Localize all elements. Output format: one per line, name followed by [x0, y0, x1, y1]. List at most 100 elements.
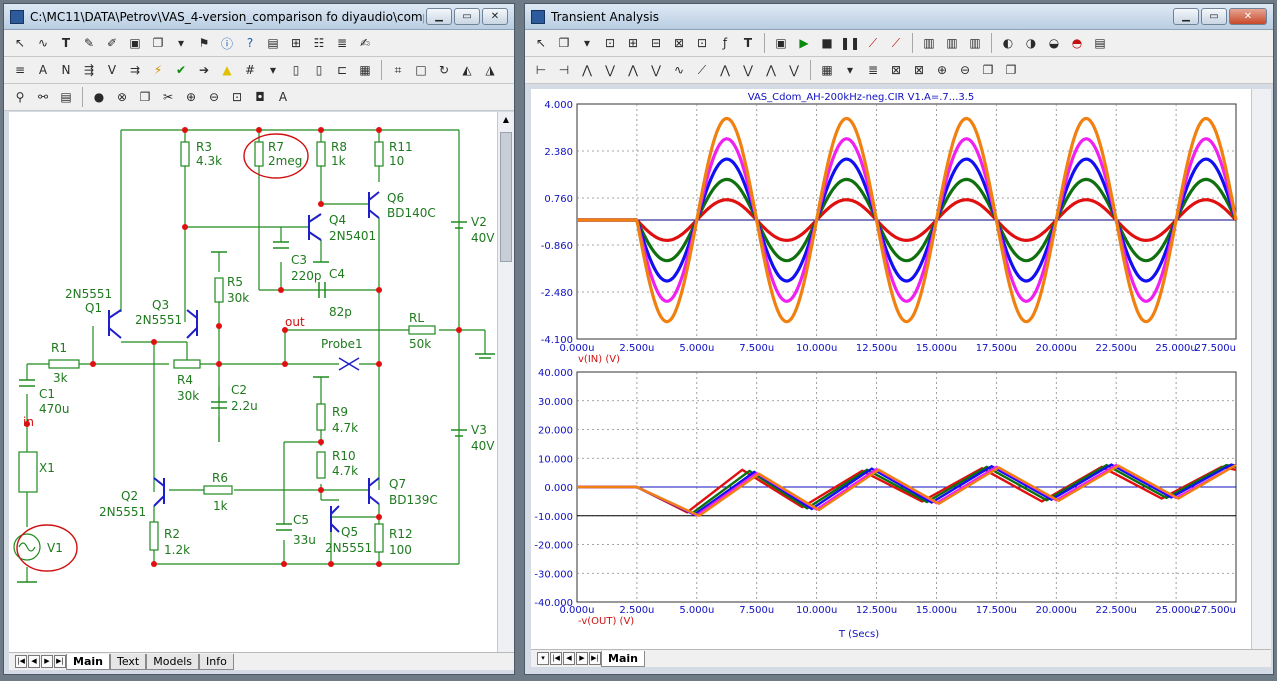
run-icon[interactable]: ▶	[794, 33, 814, 53]
font-icon[interactable]: A	[273, 87, 293, 107]
pages-icon[interactable]: ▯	[309, 60, 329, 80]
node-icon[interactable]: N	[56, 60, 76, 80]
stepping-icon[interactable]: ⟋	[863, 33, 883, 53]
network-icon[interactable]: ⊞	[286, 33, 306, 53]
next-page-icon[interactable]: ▶	[41, 655, 53, 668]
clipboard-icon[interactable]: ▤	[56, 87, 76, 107]
stepping2-icon[interactable]: ⟋	[886, 33, 906, 53]
binoculars-icon[interactable]: ⚯	[33, 87, 53, 107]
close-button[interactable]: ✕	[482, 8, 508, 25]
zoom-in-icon[interactable]: ⊕	[181, 87, 201, 107]
warning-icon[interactable]: ▲	[217, 60, 237, 80]
settings-icon[interactable]: ▤	[1090, 33, 1110, 53]
last-page-icon[interactable]: ▶|	[589, 652, 601, 665]
text-tool-icon[interactable]: T	[56, 33, 76, 53]
help-icon[interactable]: ?	[240, 33, 260, 53]
peak-find-icon[interactable]: ⋀	[577, 60, 597, 80]
global-low-icon[interactable]: ⋁	[738, 60, 758, 80]
minimize-button[interactable]: ▁	[1173, 8, 1199, 25]
camera-icon[interactable]: ◘	[250, 87, 270, 107]
tab-main[interactable]: Main	[601, 650, 645, 667]
attr-a-icon[interactable]: A	[33, 60, 53, 80]
paste-icon[interactable]: ▦	[817, 60, 837, 80]
bottom-icon[interactable]: ⋁	[784, 60, 804, 80]
cut-icon[interactable]: ✂	[158, 87, 178, 107]
paste-icon[interactable]: ▦	[355, 60, 375, 80]
copy3-icon[interactable]: ❐	[1001, 60, 1021, 80]
check-icon[interactable]: ✔	[171, 60, 191, 80]
valley-icon[interactable]: ⊡	[692, 33, 712, 53]
copy2-icon[interactable]: ❐	[135, 87, 155, 107]
slope-icon[interactable]: ⟋	[692, 60, 712, 80]
attr-icon[interactable]: ≡	[10, 60, 30, 80]
zoom-out-icon[interactable]: ⊖	[955, 60, 975, 80]
formula-icon[interactable]: ƒ	[715, 33, 735, 53]
dropdown-2-icon[interactable]: ▾	[263, 60, 283, 80]
mirror-icon[interactable]: ◮	[480, 60, 500, 80]
top-icon[interactable]: ⋀	[761, 60, 781, 80]
route-icon[interactable]: ⊏	[332, 60, 352, 80]
tab-info[interactable]: Info	[199, 653, 234, 670]
inflection-icon[interactable]: ∿	[669, 60, 689, 80]
wire-tool-icon[interactable]: ∿	[33, 33, 53, 53]
list-icon[interactable]: ≣	[863, 60, 883, 80]
info-icon[interactable]: ⓘ	[217, 33, 237, 53]
pencil-icon[interactable]: ✎	[79, 33, 99, 53]
minimize-button[interactable]: ▁	[426, 8, 452, 25]
merge-icon[interactable]: ⇶	[79, 60, 99, 80]
select-tool-icon[interactable]: ↖	[10, 33, 30, 53]
plot-icon[interactable]: ⊞	[623, 33, 643, 53]
last-page-icon[interactable]: ▶|	[54, 655, 66, 668]
high-icon[interactable]: ⋀	[623, 60, 643, 80]
rotate-icon[interactable]: ↻	[434, 60, 454, 80]
cursor-icon[interactable]: ⊟	[646, 33, 666, 53]
tab-models[interactable]: Models	[146, 653, 199, 670]
first-page-icon[interactable]: |◀	[15, 655, 27, 668]
scroll-up-icon[interactable]: ▲	[498, 112, 514, 128]
fit2-icon[interactable]: ⊠	[909, 60, 929, 80]
analysis-canvas[interactable]: VAS_Cdom_AH-200kHz-neg.CIR V1.A=.7...3.5…	[531, 89, 1251, 649]
schematic-canvas[interactable]: R3 4.3k R7 2meg R8 1k R11 10 Q6 BD140C Q4 2N54…	[9, 112, 497, 652]
cursor-left-icon[interactable]: ⊢	[531, 60, 551, 80]
page-icon[interactable]: ▯	[286, 60, 306, 80]
dropdown-icon[interactable]: ▾	[171, 33, 191, 53]
monte-carlo-icon[interactable]: ◓	[1067, 33, 1087, 53]
edit-icon[interactable]: ✍	[355, 33, 375, 53]
arrows-icon[interactable]: ⇉	[125, 60, 145, 80]
flag-icon[interactable]: ⚑	[194, 33, 214, 53]
stop-icon[interactable]: ●	[89, 87, 109, 107]
grid2-icon[interactable]: ▥	[942, 33, 962, 53]
zoom-icon[interactable]: ◒	[1044, 33, 1064, 53]
tab-main[interactable]: Main	[66, 653, 110, 670]
find-icon[interactable]: ⚲	[10, 87, 30, 107]
analysis-vscrollbar[interactable]	[1251, 89, 1271, 649]
grid3-icon[interactable]: ▥	[965, 33, 985, 53]
grid1-icon[interactable]: ▥	[919, 33, 939, 53]
voltage-icon[interactable]: V	[102, 60, 122, 80]
low-icon[interactable]: ⋁	[646, 60, 666, 80]
list-icon[interactable]: ≣	[332, 33, 352, 53]
limits-icon[interactable]: ◐	[998, 33, 1018, 53]
arrow-right-icon[interactable]: ➔	[194, 60, 214, 80]
tolerance-icon[interactable]: ◑	[1021, 33, 1041, 53]
pause-icon[interactable]: ❚❚	[840, 33, 860, 53]
zoom-in-icon[interactable]: ⊕	[932, 60, 952, 80]
component-icon[interactable]: ▣	[125, 33, 145, 53]
properties-icon[interactable]: ▣	[771, 33, 791, 53]
cancel-icon[interactable]: ⊗	[112, 87, 132, 107]
copy2-icon[interactable]: ❐	[978, 60, 998, 80]
fit-icon[interactable]: ⊠	[886, 60, 906, 80]
next-page-icon[interactable]: ▶	[576, 652, 588, 665]
schematic-vscrollbar[interactable]: ▲	[497, 112, 514, 652]
zoom-out-icon[interactable]: ⊖	[204, 87, 224, 107]
copy-icon[interactable]: ❐	[554, 33, 574, 53]
global-high-icon[interactable]: ⋀	[715, 60, 735, 80]
table-icon[interactable]: ☷	[309, 33, 329, 53]
valley-find-icon[interactable]: ⋁	[600, 60, 620, 80]
box-icon[interactable]: □	[411, 60, 431, 80]
box-select-icon[interactable]: ⌗	[388, 60, 408, 80]
scroll-thumb[interactable]	[500, 132, 512, 262]
dropdown-icon[interactable]: ▾	[577, 33, 597, 53]
text-icon[interactable]: T	[738, 33, 758, 53]
dropdown-2-icon[interactable]: ▾	[840, 60, 860, 80]
